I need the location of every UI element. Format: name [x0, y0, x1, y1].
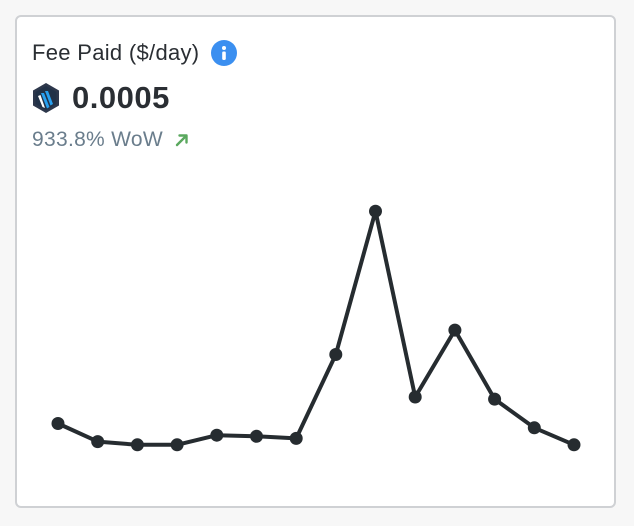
value-row: 0.0005 — [32, 80, 170, 116]
card-header: Fee Paid ($/day) — [32, 40, 238, 66]
fee-value: 0.0005 — [72, 80, 170, 115]
card-title: Fee Paid ($/day) — [32, 40, 200, 65]
arbitrum-logo-icon — [33, 83, 59, 113]
week-over-week-change: 933.8% WoW — [32, 128, 163, 151]
arrow-up-right-icon — [175, 134, 188, 147]
change-row: 933.8% WoW — [32, 128, 189, 152]
info-icon[interactable] — [211, 40, 238, 66]
